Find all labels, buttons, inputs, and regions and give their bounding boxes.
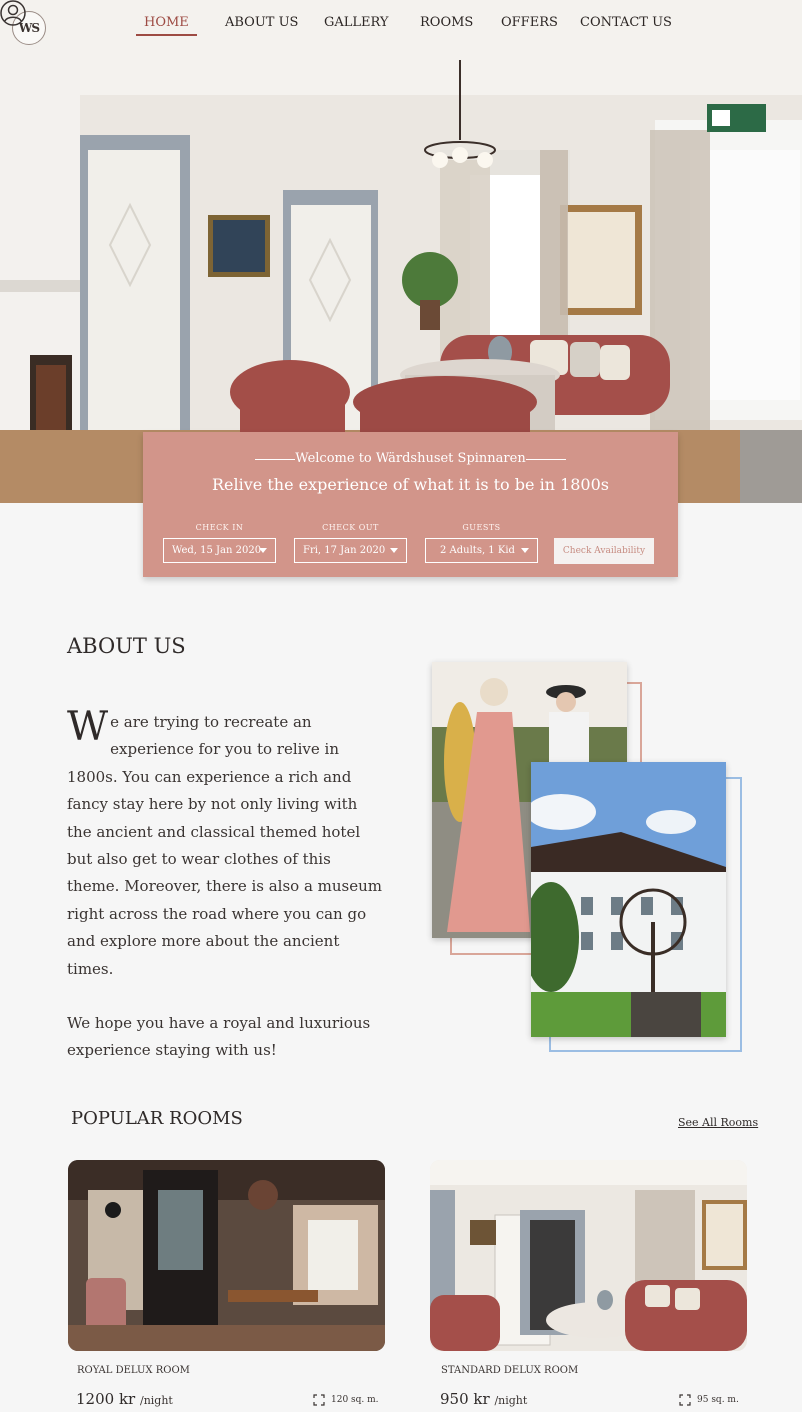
check-in-select[interactable]: Wed, 15 Jan 2020 bbox=[163, 538, 276, 563]
room-size: 120 sq. m. bbox=[313, 1394, 379, 1406]
check-in-label: CHECK IN bbox=[195, 523, 244, 532]
nav-offers[interactable]: OFFERS bbox=[501, 15, 558, 30]
room-size: 95 sq. m. bbox=[679, 1394, 739, 1406]
room-card-image[interactable] bbox=[430, 1160, 747, 1351]
check-out-value: Fri, 17 Jan 2020 bbox=[303, 545, 386, 556]
top-navigation: WS HOME ABOUT US GALLERY ROOMS OFFERS CO… bbox=[0, 0, 802, 46]
room-price: 950 kr /night bbox=[440, 1390, 527, 1408]
nav-contact-us[interactable]: CONTACT US bbox=[580, 15, 672, 30]
hero-interior-image bbox=[0, 0, 802, 503]
nav-home[interactable]: HOME bbox=[136, 15, 197, 36]
per-night-label: /night bbox=[139, 1394, 173, 1407]
check-out-label: CHECK OUT bbox=[322, 523, 379, 532]
chevron-down-icon bbox=[259, 548, 267, 553]
royal-room-image bbox=[68, 1160, 385, 1351]
nav-about-us[interactable]: ABOUT US bbox=[225, 15, 298, 30]
booking-card: Welcome to Wärdshuset Spinnaren Relive t… bbox=[143, 432, 678, 577]
standard-room-image bbox=[430, 1160, 747, 1351]
per-night-label: /night bbox=[494, 1394, 528, 1407]
room-price-value: 1200 kr bbox=[76, 1390, 136, 1408]
popular-rooms-title: POPULAR ROOMS bbox=[71, 1108, 243, 1129]
guests-label: GUESTS bbox=[462, 523, 501, 532]
see-all-rooms-link[interactable]: See All Rooms bbox=[678, 1116, 758, 1129]
guests-value: 2 Adults, 1 Kid bbox=[440, 545, 515, 556]
hero-banner: WS HOME ABOUT US GALLERY ROOMS OFFERS CO… bbox=[0, 0, 802, 503]
chevron-down-icon bbox=[390, 548, 398, 553]
guests-select[interactable]: 2 Adults, 1 Kid bbox=[425, 538, 538, 563]
hotel-building-photo bbox=[531, 762, 726, 1037]
nav-rooms[interactable]: ROOMS bbox=[420, 15, 473, 30]
welcome-text: Welcome to Wärdshuset Spinnaren bbox=[295, 451, 526, 466]
hero-tagline: Relive the experience of what it is to b… bbox=[211, 475, 609, 494]
room-size-value: 120 sq. m. bbox=[331, 1395, 379, 1405]
hotel-building-photo-image bbox=[531, 762, 726, 1037]
expand-area-icon bbox=[313, 1394, 325, 1406]
dropcap: W bbox=[67, 704, 109, 750]
divider-line bbox=[526, 459, 566, 460]
user-circle-icon[interactable] bbox=[0, 0, 26, 26]
nav-gallery[interactable]: GALLERY bbox=[324, 15, 389, 30]
check-out-select[interactable]: Fri, 17 Jan 2020 bbox=[294, 538, 407, 563]
about-paragraph-1-text: e are trying to recreate an experience f… bbox=[67, 713, 383, 978]
expand-area-icon bbox=[679, 1394, 691, 1406]
room-name: ROYAL DELUX ROOM bbox=[77, 1365, 190, 1376]
room-price: 1200 kr /night bbox=[76, 1390, 173, 1408]
about-text: We are trying to recreate an experience … bbox=[67, 704, 385, 1092]
room-size-value: 95 sq. m. bbox=[697, 1395, 739, 1405]
chevron-down-icon bbox=[521, 548, 529, 553]
room-name: STANDARD DELUX ROOM bbox=[441, 1365, 579, 1376]
room-price-value: 950 kr bbox=[440, 1390, 490, 1408]
about-paragraph-2: We hope you have a royal and luxurious e… bbox=[67, 1014, 371, 1060]
about-paragraph-1: We are trying to recreate an experience … bbox=[67, 704, 385, 983]
check-availability-button[interactable]: Check Availability bbox=[554, 538, 654, 564]
check-in-value: Wed, 15 Jan 2020 bbox=[172, 545, 262, 556]
room-card-image[interactable] bbox=[68, 1160, 385, 1351]
about-title: ABOUT US bbox=[67, 634, 186, 658]
